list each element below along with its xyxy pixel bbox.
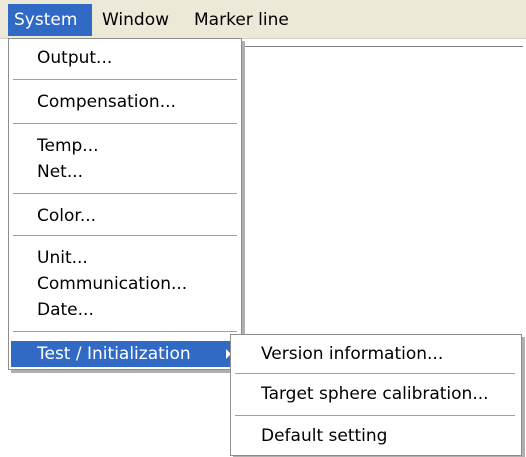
- menu-bar: System Window Marker line: [0, 0, 526, 39]
- menu-window[interactable]: Window: [96, 4, 180, 36]
- application-window: System Window Marker line Output... Comp…: [0, 0, 526, 457]
- submenu-item-default-setting[interactable]: Default setting: [233, 421, 517, 451]
- menu-item-communication[interactable]: Communication...: [11, 271, 239, 297]
- client-area: [244, 46, 523, 337]
- menu-item-net[interactable]: Net...: [11, 159, 239, 185]
- menu-item-temp[interactable]: Temp...: [11, 133, 239, 159]
- menu-marker-line[interactable]: Marker line: [188, 4, 308, 36]
- menu-separator: [13, 331, 237, 332]
- menu-item-unit[interactable]: Unit...: [11, 245, 239, 271]
- menu-separator: [13, 235, 237, 236]
- menu-system[interactable]: System: [8, 4, 92, 36]
- menu-item-compensation[interactable]: Compensation...: [11, 89, 239, 115]
- menu-item-color[interactable]: Color...: [11, 203, 239, 229]
- menu-separator: [13, 193, 237, 194]
- menu-item-test-initialization-label: Test / Initialization: [37, 344, 191, 364]
- menu-item-test-initialization[interactable]: Test / Initialization: [11, 341, 239, 367]
- system-dropdown-menu: Output... Compensation... Temp... Net...…: [8, 38, 242, 370]
- menu-item-date[interactable]: Date...: [11, 297, 239, 323]
- menu-separator: [13, 79, 237, 80]
- menu-separator: [235, 373, 515, 374]
- submenu-item-version-information[interactable]: Version information...: [233, 339, 517, 369]
- menu-item-output[interactable]: Output...: [11, 45, 239, 71]
- submenu-item-target-sphere-calibration[interactable]: Target sphere calibration...: [233, 379, 517, 409]
- test-initialization-submenu: Version information... Target sphere cal…: [230, 334, 522, 456]
- menu-separator: [235, 415, 515, 416]
- menu-separator: [13, 123, 237, 124]
